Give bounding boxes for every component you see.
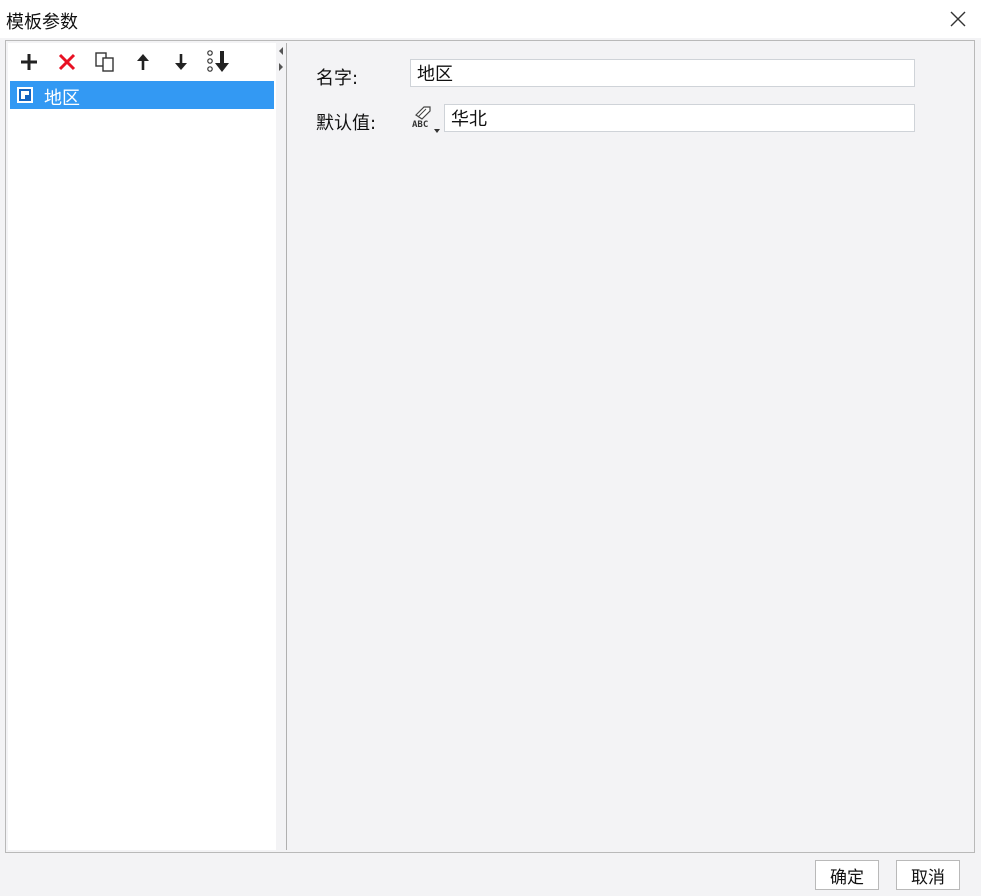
collapse-left-icon[interactable] — [279, 47, 283, 55]
pane-splitter[interactable] — [276, 43, 287, 850]
add-icon — [21, 54, 37, 70]
tree-item-label: 地区 — [44, 88, 80, 109]
move-up-button[interactable] — [128, 47, 158, 77]
move-up-icon — [137, 54, 149, 70]
copy-button[interactable] — [90, 47, 120, 77]
name-label: 名字: — [316, 68, 359, 89]
close-icon — [950, 11, 966, 27]
title-bar: 模板参数 — [0, 0, 981, 38]
parameter-list-pane: 地区 — [8, 43, 277, 850]
close-button[interactable] — [945, 6, 971, 32]
move-to-bottom-button[interactable] — [204, 47, 234, 77]
expand-right-icon[interactable] — [279, 63, 283, 71]
parameter-toolbar — [14, 47, 274, 77]
default-value-label: 默认值: — [316, 113, 377, 134]
name-input[interactable] — [410, 59, 915, 87]
parameter-icon — [17, 87, 33, 103]
add-button[interactable] — [14, 47, 44, 77]
delete-button[interactable] — [52, 47, 82, 77]
dialog-frame: 地区 名字: 默认值: ABC — [5, 40, 975, 853]
tree-item-region[interactable]: 地区 — [10, 81, 274, 109]
copy-icon — [95, 52, 114, 72]
abc-string-type-icon[interactable]: ABC — [410, 103, 442, 135]
move-down-icon — [175, 54, 187, 70]
ok-button[interactable]: 确定 — [815, 860, 879, 890]
move-to-bottom-icon — [207, 50, 229, 72]
move-down-button[interactable] — [166, 47, 196, 77]
type-icon-text: ABC — [412, 120, 428, 130]
delete-icon — [58, 53, 76, 71]
window-title: 模板参数 — [6, 12, 78, 33]
cancel-button[interactable]: 取消 — [896, 860, 960, 890]
default-value-input[interactable] — [444, 104, 915, 132]
